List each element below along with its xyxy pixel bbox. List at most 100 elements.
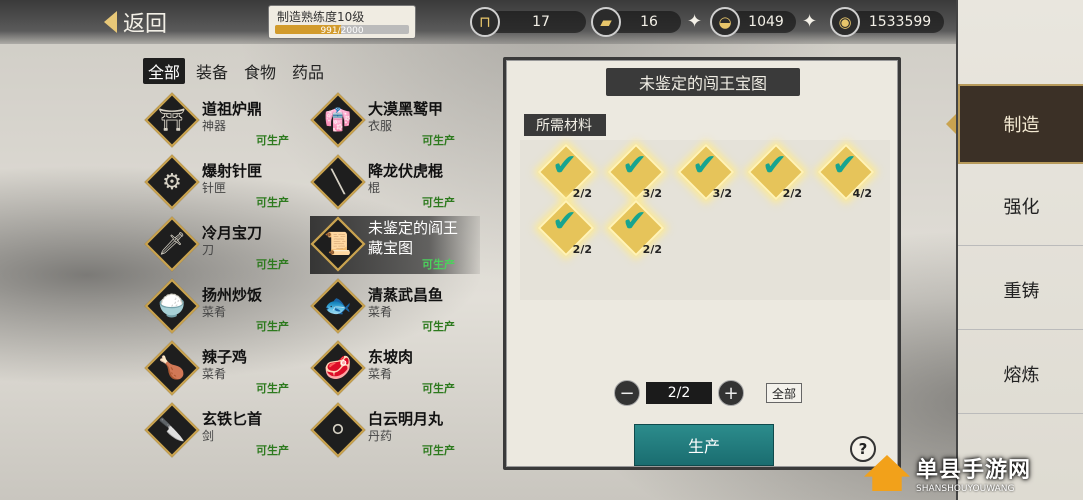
currency-anvil-pill: ⊓ 17: [470, 6, 586, 37]
tab-food[interactable]: 食物: [239, 58, 281, 84]
mastery-progress-text: 991/2000: [320, 26, 364, 36]
item-status: 可生产: [422, 444, 455, 457]
checkmark-icon: ✔: [692, 148, 718, 183]
item-status: 可生产: [256, 320, 289, 333]
currency-gold: ▰ 16 ✦: [591, 6, 702, 37]
item-name: 冷月宝刀: [202, 224, 263, 242]
checkmark-icon: ✔: [622, 148, 648, 183]
nav-tab-craft[interactable]: 制造: [958, 84, 1083, 164]
braised-pork-icon: 🥩: [324, 355, 352, 381]
top-bar: 返回 制造熟练度10级 991/2000 ⊓ 17 ▰ 16 ✦ ◒ 1049 …: [0, 0, 960, 44]
fried-rice-icon: 🍚: [158, 293, 186, 319]
item-status: 可生产: [256, 444, 289, 457]
mastery-title: 制造熟练度10级: [277, 10, 365, 24]
item-name: 未鉴定的阎王藏宝图: [368, 219, 459, 257]
material-slot[interactable]: ✔ 2/2: [537, 199, 595, 258]
list-item-selected[interactable]: 📜 未鉴定的阎王藏宝图 可生产: [310, 216, 480, 274]
anvil-icon: ⊓: [470, 6, 500, 37]
checkmark-icon: ✔: [832, 148, 858, 183]
back-button[interactable]: 返回: [104, 6, 167, 38]
list-item[interactable]: ⚙ 爆射针匣 针匣 可生产: [144, 154, 314, 212]
tab-equipment[interactable]: 装备: [191, 58, 233, 84]
item-status: 可生产: [422, 320, 455, 333]
site-watermark: 单县手游网 SHANSHOUYOUWANG: [864, 446, 1083, 500]
item-type: 棍: [368, 181, 381, 195]
list-item[interactable]: ⚪ 白云明月丸 丹药 可生产: [310, 402, 480, 460]
item-list-panel: 全部 装备 食物 药品 ⛩ 道祖炉鼎 神器 可生产 👘 大漠黑鹫甲 衣服 可生产…: [0, 44, 500, 500]
back-label: 返回: [123, 12, 168, 37]
item-name: 辣子鸡: [202, 348, 248, 366]
blade-icon: 🗡: [158, 231, 186, 257]
list-item[interactable]: ╲ 降龙伏虎棍 棍 可生产: [310, 154, 480, 212]
list-item[interactable]: 🐟 清蒸武昌鱼 菜肴 可生产: [310, 278, 480, 336]
currency-anvil-value: 17: [532, 13, 550, 30]
quantity-display: 2/2: [646, 382, 712, 404]
list-item[interactable]: 👘 大漠黑鹫甲 衣服 可生产: [310, 92, 480, 150]
minus-icon[interactable]: −: [614, 380, 640, 406]
produce-button[interactable]: 生产: [634, 424, 774, 466]
dagger-icon: 🔪: [158, 417, 186, 443]
item-name: 东坡肉: [368, 348, 414, 366]
material-count: 3/2: [642, 187, 662, 200]
material-count: 2/2: [572, 187, 592, 200]
silver-add-button[interactable]: ✦: [802, 11, 817, 32]
currency-gold-pill: ▰ 16: [591, 6, 681, 37]
side-nav: 制造 强化 重铸 熔炼: [956, 0, 1083, 500]
item-name: 大漠黑鹫甲: [368, 100, 444, 118]
spicy-chicken-icon: 🍗: [158, 355, 186, 381]
checkmark-icon: ✔: [552, 204, 578, 239]
nav-tab-smelt[interactable]: 熔炼: [958, 334, 1083, 414]
item-type: 菜肴: [202, 305, 227, 319]
pill-icon: ⚪: [328, 417, 348, 443]
quantity-stepper: − 2/2 + 全部: [614, 380, 803, 406]
list-item[interactable]: ⛩ 道祖炉鼎 神器 可生产: [144, 92, 314, 150]
item-status: 可生产: [256, 258, 289, 271]
item-name: 清蒸武昌鱼: [368, 286, 444, 304]
list-item[interactable]: 🔪 玄铁匕首 剑 可生产: [144, 402, 314, 460]
max-quantity-button[interactable]: 全部: [766, 383, 803, 403]
materials-grid: ✔ 2/2 ✔ 3/2 ✔ 3/2 ✔ 2/2 ✔ 4/2 ✔ 2/2 ✔ 2/…: [520, 140, 890, 300]
item-type: 丹药: [368, 429, 393, 443]
house-logo-icon: [864, 455, 910, 491]
material-slot[interactable]: ✔ 2/2: [747, 143, 805, 202]
watermark-subtitle: SHANSHOUYOUWANG: [916, 484, 1015, 494]
item-type: 菜肴: [202, 367, 227, 381]
watermark-title: 单县手游网: [916, 458, 1032, 483]
item-type: 剑: [202, 429, 215, 443]
gold-add-button[interactable]: ✦: [687, 11, 702, 32]
item-name: 道祖炉鼎: [202, 100, 263, 118]
list-item[interactable]: 🥩 东坡肉 菜肴 可生产: [310, 340, 480, 398]
item-type: 菜肴: [368, 305, 393, 319]
material-slot[interactable]: ✔ 2/2: [607, 199, 665, 258]
recipe-panel: 未鉴定的闯王宝图 所需材料 ✔ 2/2 ✔ 3/2 ✔ 3/2 ✔ 2/2 ✔ …: [503, 57, 901, 470]
item-status: 可生产: [422, 196, 455, 209]
list-item[interactable]: 🍗 辣子鸡 菜肴 可生产: [144, 340, 314, 398]
nav-tab-recast[interactable]: 重铸: [958, 250, 1083, 330]
materials-label: 所需材料: [524, 114, 606, 136]
item-name: 玄铁匕首: [202, 410, 263, 428]
currency-copper-value: 1533599: [868, 13, 932, 30]
currency-gold-value: 16: [640, 13, 658, 30]
item-status: 可生产: [422, 382, 455, 395]
currency-silver: ◒ 1049 ✦: [710, 6, 817, 37]
material-slot[interactable]: ✔ 2/2: [537, 143, 595, 202]
item-name: 降龙伏虎棍: [368, 162, 444, 180]
silver-ingot-icon: ◒: [710, 6, 740, 37]
currency-anvil: ⊓ 17: [470, 6, 586, 37]
item-type: 菜肴: [368, 367, 393, 381]
checkmark-icon: ✔: [762, 148, 788, 183]
item-status: 可生产: [256, 134, 289, 147]
currency-copper-pill: ◉ 1533599: [830, 6, 944, 37]
list-item[interactable]: 🍚 扬州炒饭 菜肴 可生产: [144, 278, 314, 336]
tab-medicine[interactable]: 药品: [287, 58, 329, 84]
material-slot[interactable]: ✔ 4/2: [817, 143, 875, 202]
plus-icon[interactable]: +: [718, 380, 744, 406]
back-arrow-icon: [104, 11, 117, 33]
material-slot[interactable]: ✔ 3/2: [607, 143, 665, 202]
material-slot[interactable]: ✔ 3/2: [677, 143, 735, 202]
item-type: 刀: [202, 243, 215, 257]
material-count: 2/2: [642, 243, 662, 256]
nav-tab-enhance[interactable]: 强化: [958, 166, 1083, 246]
list-item[interactable]: 🗡 冷月宝刀 刀 可生产: [144, 216, 314, 274]
tab-all[interactable]: 全部: [143, 58, 186, 84]
